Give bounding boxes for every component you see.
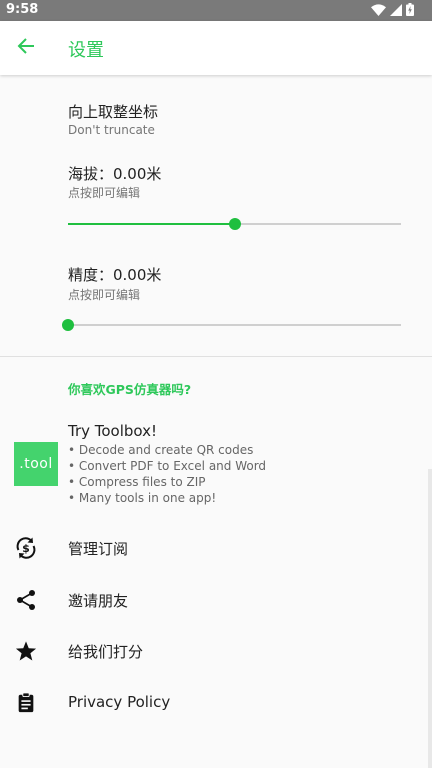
toolbox-promo[interactable]: .tool Try Toolbox! • Decode and create Q… — [0, 418, 432, 512]
arrow-back-icon — [17, 37, 35, 59]
section-divider — [0, 356, 432, 357]
toolbox-feature-list: • Decode and create QR codes • Convert P… — [68, 442, 266, 506]
status-time: 9:58 — [6, 2, 39, 17]
page-title: 设置 — [68, 40, 104, 61]
star-icon — [14, 639, 38, 663]
slider-thumb[interactable] — [62, 319, 74, 331]
slider-thumb[interactable] — [228, 218, 241, 230]
altitude-slider[interactable] — [68, 216, 401, 232]
menu-item-label: Privacy Policy — [68, 693, 171, 711]
wifi-icon — [371, 1, 386, 20]
svg-text:$: $ — [22, 542, 30, 555]
slider-fill — [68, 223, 235, 225]
toolbox-logo: .tool — [14, 442, 58, 486]
pref-altitude-title: 海拔：0.00米 — [68, 165, 162, 183]
menu-item-manage-subscription[interactable]: $ 管理订阅 — [0, 523, 432, 573]
pref-altitude-summary: 点按即可编辑 — [68, 186, 141, 200]
toolbox-feature: • Compress files to ZIP — [68, 475, 206, 489]
menu-item-invite-friends[interactable]: 邀请朋友 — [0, 575, 432, 625]
section-header: 你喜欢GPS仿真器吗? — [68, 382, 192, 397]
toolbox-title: Try Toolbox! — [68, 422, 158, 440]
pref-accuracy-title: 精度：0.00米 — [68, 266, 162, 284]
status-icons — [371, 3, 414, 18]
app-bar: 设置 — [0, 21, 432, 75]
clipboard-icon — [14, 691, 38, 715]
menu-item-rate-us[interactable]: 给我们打分 — [0, 626, 432, 676]
menu-item-label: 给我们打分 — [68, 643, 144, 661]
cellular-signal-icon — [390, 1, 402, 20]
battery-charging-icon — [406, 1, 414, 20]
menu-item-label: 管理订阅 — [68, 540, 129, 558]
toolbox-feature: • Many tools in one app! — [68, 491, 217, 505]
toolbox-feature: • Decode and create QR codes — [68, 443, 254, 457]
pref-round-up-title: 向上取整坐标 — [68, 103, 159, 121]
scrollbar[interactable] — [428, 469, 432, 768]
menu-item-privacy-policy[interactable]: Privacy Policy — [0, 678, 432, 728]
currency-sync-icon: $ — [14, 536, 38, 560]
pref-accuracy-summary: 点按即可编辑 — [68, 288, 141, 302]
share-icon — [14, 588, 38, 612]
back-button[interactable] — [10, 33, 42, 63]
pref-round-up-summary: Don't truncate — [68, 123, 155, 137]
toolbox-feature: • Convert PDF to Excel and Word — [68, 459, 267, 473]
slider-track — [68, 324, 401, 326]
menu-item-label: 邀请朋友 — [68, 592, 129, 610]
accuracy-slider[interactable] — [62, 317, 401, 333]
status-bar: 9:58 — [0, 0, 432, 21]
